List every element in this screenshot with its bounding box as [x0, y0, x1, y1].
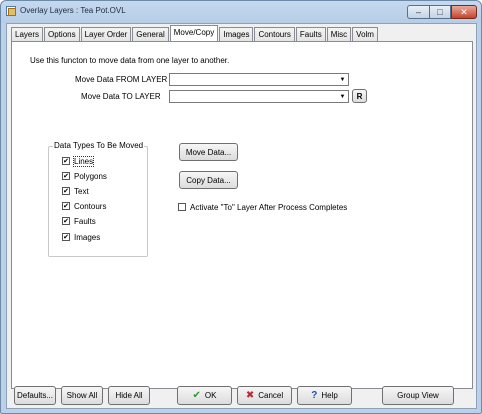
to-layer-dropdown[interactable]: ▼: [169, 90, 349, 103]
checkbox-polygons[interactable]: ✔ Polygons: [62, 171, 107, 181]
tab-misc[interactable]: Misc: [326, 27, 352, 41]
tab-faults[interactable]: Faults: [295, 27, 326, 41]
cancel-button[interactable]: ✖ Cancel: [237, 386, 292, 405]
to-layer-label: Move Data TO LAYER: [81, 92, 161, 101]
activate-checkbox-box: [178, 203, 186, 211]
tab-layers[interactable]: Layers: [11, 27, 44, 41]
overlay-layers-window: Overlay Layers : Tea Pot.OVL – □ ✕ Layer…: [0, 0, 482, 414]
help-button[interactable]: ? Help: [297, 386, 352, 405]
question-mark-icon: ?: [311, 390, 318, 401]
tab-images[interactable]: Images: [219, 27, 254, 41]
maximize-button[interactable]: □: [429, 5, 451, 19]
checkbox-label: Polygons: [74, 171, 107, 181]
maximize-icon: □: [437, 7, 443, 17]
check-icon: ✔: [62, 217, 70, 225]
activate-to-layer-checkbox[interactable]: Activate "To" Layer After Process Comple…: [178, 202, 347, 212]
hide-all-button[interactable]: Hide All: [108, 386, 150, 405]
data-types-group: Data Types To Be Moved ✔ Lines ✔ Polygon…: [48, 141, 148, 257]
tab-layer-order[interactable]: Layer Order: [80, 27, 132, 41]
move-data-button[interactable]: Move Data...: [179, 143, 238, 161]
chevron-down-icon: ▼: [339, 76, 346, 83]
intro-text: Use this functon to move data from one l…: [30, 56, 230, 65]
check-icon: ✔: [62, 157, 70, 165]
activate-checkbox-label: Activate "To" Layer After Process Comple…: [190, 202, 348, 212]
window-title: Overlay Layers : Tea Pot.OVL: [20, 6, 126, 15]
close-icon: ✕: [460, 6, 468, 17]
data-types-group-title: Data Types To Be Moved: [53, 141, 145, 150]
checkmark-icon: ✔: [192, 390, 201, 401]
tab-strip: Layers Options Layer Order General Move/…: [11, 25, 379, 41]
help-label: Help: [321, 391, 338, 400]
defaults-button[interactable]: Defaults...: [14, 386, 56, 405]
checkbox-contours[interactable]: ✔ Contours: [62, 201, 106, 211]
checkbox-label: Contours: [74, 201, 107, 211]
show-all-button[interactable]: Show All: [61, 386, 103, 405]
tab-contours[interactable]: Contours: [254, 27, 295, 41]
title-bar[interactable]: Overlay Layers : Tea Pot.OVL – □ ✕: [1, 1, 481, 23]
checkbox-label: Images: [74, 232, 101, 242]
checkbox-text[interactable]: ✔ Text: [62, 186, 89, 196]
group-view-button[interactable]: Group View: [382, 386, 454, 405]
checkbox-label: Lines: [72, 155, 95, 167]
cancel-x-icon: ✖: [245, 390, 255, 401]
check-icon: ✔: [62, 202, 70, 210]
tab-move-copy[interactable]: Move/Copy: [169, 25, 219, 41]
cancel-label: Cancel: [258, 391, 284, 400]
chevron-down-icon: ▼: [339, 93, 346, 100]
checkbox-faults[interactable]: ✔ Faults: [62, 216, 96, 226]
tab-general[interactable]: General: [132, 27, 169, 41]
check-icon: ✔: [62, 187, 70, 195]
checkbox-lines[interactable]: ✔ Lines: [62, 155, 95, 167]
ok-button[interactable]: ✔ OK: [177, 386, 232, 405]
tab-volm[interactable]: Volm: [352, 27, 378, 41]
minimize-button[interactable]: –: [407, 5, 429, 19]
checkbox-images[interactable]: ✔ Images: [62, 232, 100, 242]
move-copy-panel: Use this functon to move data from one l…: [11, 41, 473, 389]
dialog-client-area: Layers Options Layer Order General Move/…: [6, 23, 477, 409]
ok-label: OK: [204, 391, 217, 400]
checkbox-label: Text: [74, 186, 89, 196]
check-icon: ✔: [62, 172, 70, 180]
tab-options[interactable]: Options: [44, 27, 80, 41]
r-button[interactable]: R: [352, 89, 367, 103]
app-icon: [6, 6, 16, 16]
minimize-icon: –: [415, 7, 421, 17]
from-layer-label: Move Data FROM LAYER: [75, 75, 168, 84]
check-icon: ✔: [62, 233, 70, 241]
from-layer-dropdown[interactable]: ▼: [169, 73, 349, 86]
copy-data-button[interactable]: Copy Data...: [179, 171, 238, 189]
checkbox-label: Faults: [74, 216, 96, 226]
close-button[interactable]: ✕: [451, 5, 477, 19]
